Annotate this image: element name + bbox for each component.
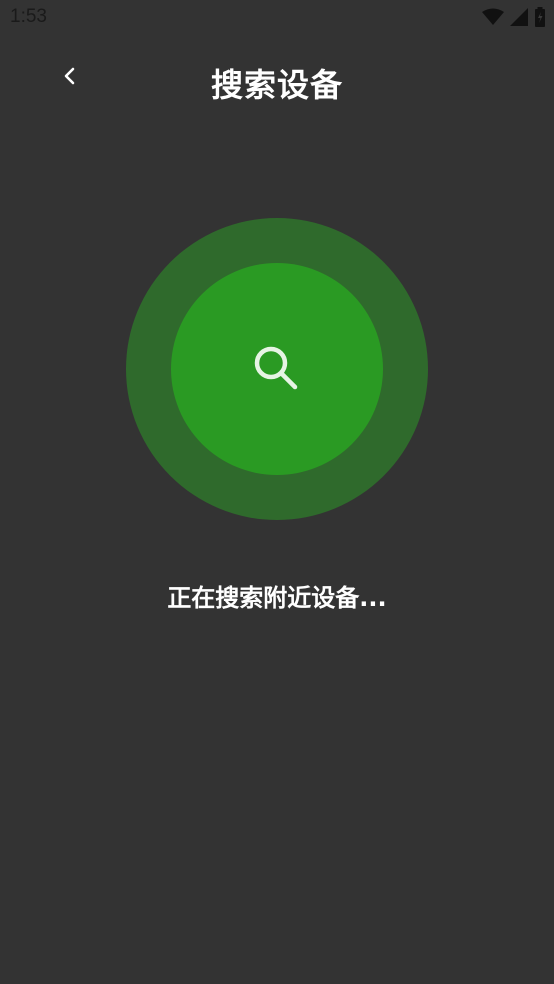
scan-status-text: 正在搜索附近设备...	[167, 584, 387, 612]
wifi-icon	[482, 8, 504, 26]
status-bar: 1:53	[0, 0, 554, 38]
status-time: 1:53	[10, 6, 47, 27]
cellular-signal-icon	[510, 8, 528, 26]
scan-button[interactable]	[171, 263, 383, 475]
search-icon	[251, 343, 303, 395]
status-icons	[482, 6, 546, 28]
header: 搜索设备	[0, 56, 554, 112]
battery-icon	[534, 7, 546, 27]
page-title: 搜索设备	[210, 66, 343, 104]
